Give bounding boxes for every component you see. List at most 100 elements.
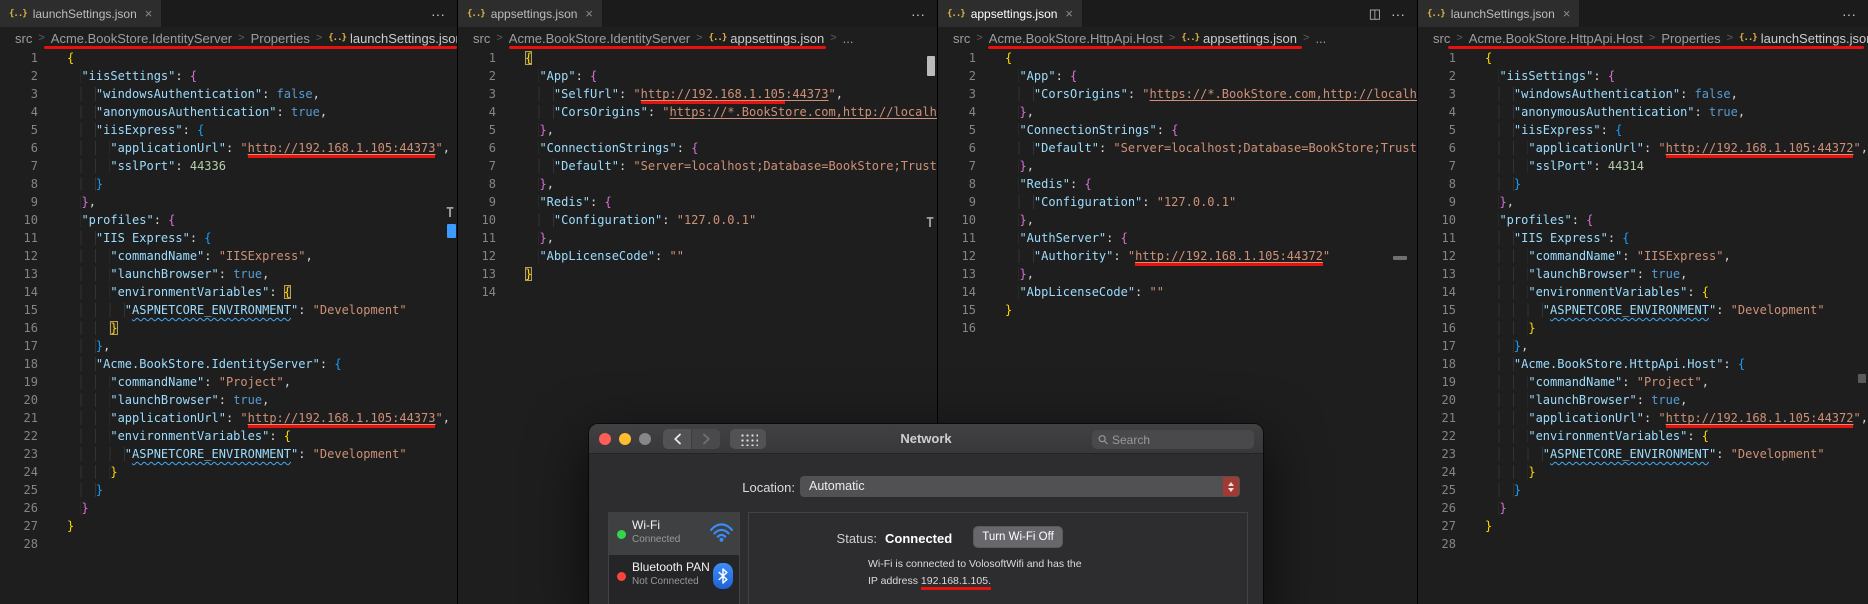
service-row-bluetooth[interactable]: Bluetooth PAN Not Connected xyxy=(609,555,739,597)
code-line[interactable]: 15 "ASPNETCORE_ENVIRONMENT": "Developmen… xyxy=(0,301,457,319)
search-field[interactable] xyxy=(1092,430,1254,449)
code-line[interactable]: 5 "ConnectionStrings": { xyxy=(938,121,1417,139)
code-line[interactable]: 10 "profiles": { xyxy=(0,211,457,229)
code-line[interactable]: 3 "SelfUrl": "http://192.168.1.105:44373… xyxy=(458,85,937,104)
code-line[interactable]: 7 "sslPort": 44336 xyxy=(0,157,457,175)
code-line[interactable]: 24 } xyxy=(0,463,457,481)
code-line[interactable]: 12 "Authority": "http://192.168.1.105:44… xyxy=(938,247,1417,266)
code-line[interactable]: 18 "Acme.BookStore.IdentityServer": { xyxy=(0,355,457,373)
code-line[interactable]: 4 }, xyxy=(938,103,1417,121)
more-actions-icon[interactable]: ··· xyxy=(911,7,925,21)
code-line[interactable]: 7 "Default": "Server=localhost;Database=… xyxy=(458,157,937,175)
code-line[interactable]: 23 "ASPNETCORE_ENVIRONMENT": "Developmen… xyxy=(0,445,457,463)
code-line[interactable]: 15 "ASPNETCORE_ENVIRONMENT": "Developmen… xyxy=(1418,301,1868,319)
code-line[interactable]: 5 }, xyxy=(458,121,937,139)
breadcrumb-item[interactable]: src xyxy=(953,31,970,46)
code-line[interactable]: 11 "IIS Express": { xyxy=(1418,229,1868,247)
code-line[interactable]: 17 }, xyxy=(1418,337,1868,355)
code-line[interactable]: 2 "App": { xyxy=(938,67,1417,85)
code-line[interactable]: 10 "Configuration": "127.0.0.1" xyxy=(458,211,937,229)
code-line[interactable]: 28 xyxy=(1418,535,1868,553)
code-line[interactable]: 7 "sslPort": 44314 xyxy=(1418,157,1868,175)
code-line[interactable]: 7 }, xyxy=(938,157,1417,175)
breadcrumb-item[interactable]: {..} appsettings.json xyxy=(709,31,825,46)
split-editor-icon[interactable]: ◫ xyxy=(1369,7,1381,20)
code-line[interactable]: 14 "environmentVariables": { xyxy=(0,283,457,301)
code-line[interactable]: 16 xyxy=(938,319,1417,337)
breadcrumb-item[interactable]: {..} launchSettings.json xyxy=(1739,31,1868,46)
code-line[interactable]: 12 "AbpLicenseCode": "" xyxy=(458,247,937,265)
breadcrumb-item[interactable]: ... xyxy=(843,31,854,46)
code-line[interactable]: 6 "Default": "Server=localhost;Database=… xyxy=(938,139,1417,157)
service-row-wifi[interactable]: Wi-Fi Connected xyxy=(609,513,739,555)
search-input[interactable] xyxy=(1111,432,1248,447)
zoom-window-icon[interactable] xyxy=(639,432,651,445)
code-line[interactable]: 6 "ConnectionStrings": { xyxy=(458,139,937,157)
code-line[interactable]: 14 xyxy=(458,283,937,301)
more-actions-icon[interactable]: ··· xyxy=(431,7,445,21)
breadcrumb-item[interactable]: Acme.BookStore.HttpApi.Host xyxy=(989,31,1163,46)
tab-launchSettings.json[interactable]: {..} launchSettings.json × xyxy=(0,0,163,27)
code-line[interactable]: 2 "iisSettings": { xyxy=(0,67,457,85)
close-icon[interactable]: × xyxy=(585,7,593,20)
code-line[interactable]: 28 xyxy=(0,535,457,553)
code-line[interactable]: 20 "launchBrowser": true, xyxy=(1418,391,1868,409)
forward-button[interactable] xyxy=(692,428,720,449)
more-actions-icon[interactable]: ··· xyxy=(1391,7,1405,21)
code-line[interactable]: 1{ xyxy=(0,49,457,67)
breadcrumb-item[interactable]: src xyxy=(473,31,490,46)
code-line[interactable]: 11 }, xyxy=(458,229,937,247)
code-line[interactable]: 16 } xyxy=(1418,319,1868,337)
code-line[interactable]: 10 }, xyxy=(938,211,1417,229)
code-line[interactable]: 9 "Redis": { xyxy=(458,193,937,211)
close-icon[interactable]: × xyxy=(1563,7,1571,20)
code-line[interactable]: 1{ xyxy=(1418,49,1868,67)
breadcrumb-item[interactable]: ... xyxy=(1315,31,1326,46)
code-line[interactable]: 15} xyxy=(938,301,1417,319)
code-line[interactable]: 14 "environmentVariables": { xyxy=(1418,283,1868,301)
code-line[interactable]: 4 "CorsOrigins": "https://*.BookStore.co… xyxy=(458,103,937,121)
breadcrumb-item[interactable]: Properties xyxy=(1661,31,1720,46)
code-line[interactable]: 14 "AbpLicenseCode": "" xyxy=(938,283,1417,301)
code-line[interactable]: 3 "windowsAuthentication": false, xyxy=(1418,85,1868,103)
close-icon[interactable]: × xyxy=(145,7,153,20)
breadcrumb-item[interactable]: Acme.BookStore.IdentityServer xyxy=(509,31,690,46)
breadcrumb-item[interactable]: Properties xyxy=(251,31,310,46)
code-line[interactable]: 13} xyxy=(458,265,937,283)
code-line[interactable]: 10 "profiles": { xyxy=(1418,211,1868,229)
code-line[interactable]: 27} xyxy=(0,517,457,535)
location-dropdown[interactable]: Automatic xyxy=(800,476,1240,497)
code-line[interactable]: 25 } xyxy=(1418,481,1868,499)
code-line[interactable]: 1{ xyxy=(938,49,1417,67)
breadcrumb-item[interactable]: src xyxy=(1433,31,1450,46)
breadcrumb-item[interactable]: src xyxy=(15,31,32,46)
code-line[interactable]: 9 }, xyxy=(0,193,457,211)
code-line[interactable]: 13 "launchBrowser": true, xyxy=(1418,265,1868,283)
code-line[interactable]: 9 }, xyxy=(1418,193,1868,211)
code-line[interactable]: 3 "CorsOrigins": "https://*.BookStore.co… xyxy=(938,85,1417,103)
code-line[interactable]: 11 "AuthServer": { xyxy=(938,229,1417,247)
code-line[interactable]: 12 "commandName": "IISExpress", xyxy=(0,247,457,265)
code-line[interactable]: 22 "environmentVariables": { xyxy=(0,427,457,445)
code-line[interactable]: 17 }, xyxy=(0,337,457,355)
dialog-titlebar[interactable]: Network xyxy=(589,424,1263,454)
code-line[interactable]: 9 "Configuration": "127.0.0.1" xyxy=(938,193,1417,211)
minimize-window-icon[interactable] xyxy=(619,432,631,445)
breadcrumb-item[interactable]: {..} launchSettings.json xyxy=(328,31,457,46)
code-line[interactable]: 13 }, xyxy=(938,265,1417,283)
close-icon[interactable]: × xyxy=(1065,7,1073,20)
code-line[interactable]: 13 "launchBrowser": true, xyxy=(0,265,457,283)
code-line[interactable]: 2 "iisSettings": { xyxy=(1418,67,1868,85)
code-line[interactable]: 12 "commandName": "IISExpress", xyxy=(1418,247,1868,265)
code-line[interactable]: 1{ xyxy=(458,49,937,67)
code-line[interactable]: 3 "windowsAuthentication": false, xyxy=(0,85,457,103)
code-line[interactable]: 26 } xyxy=(0,499,457,517)
code-line[interactable]: 18 "Acme.BookStore.HttpApi.Host": { xyxy=(1418,355,1868,373)
close-window-icon[interactable] xyxy=(599,432,611,445)
code-line[interactable]: 24 } xyxy=(1418,463,1868,481)
code-line[interactable]: 25 } xyxy=(0,481,457,499)
code-line[interactable]: 6 "applicationUrl": "http://192.168.1.10… xyxy=(1418,139,1868,158)
more-actions-icon[interactable]: ··· xyxy=(1842,7,1856,21)
code-line[interactable]: 21 "applicationUrl": "http://192.168.1.1… xyxy=(1418,409,1868,428)
show-all-button[interactable] xyxy=(730,428,766,449)
